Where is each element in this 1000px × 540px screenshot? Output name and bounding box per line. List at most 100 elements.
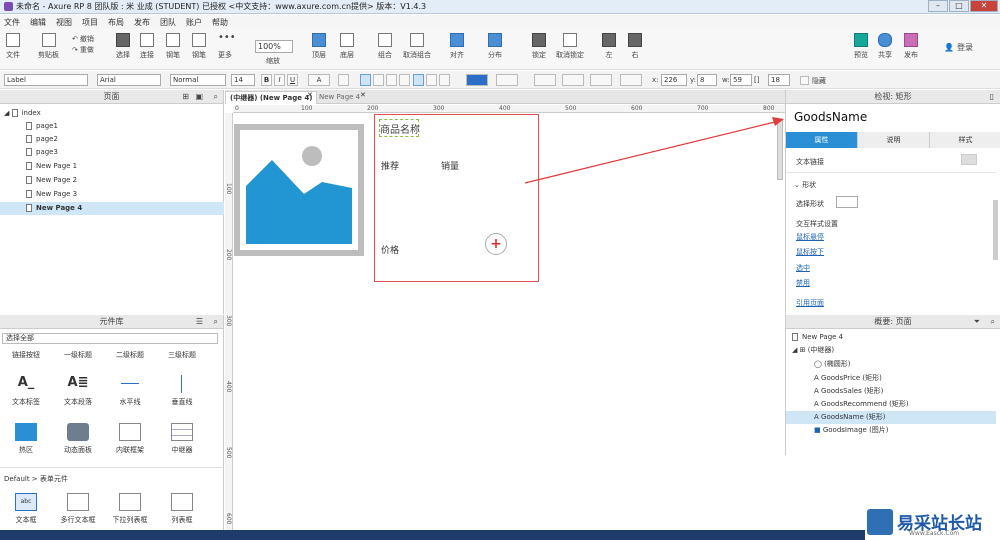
goods-recommend-label[interactable]: 推荐 — [381, 159, 399, 172]
share-button[interactable]: 共享 — [878, 33, 892, 60]
font-weight-select[interactable]: Normal — [170, 74, 226, 86]
redo-button[interactable]: ↷ 重做 — [72, 45, 94, 55]
maximize-button[interactable]: □ — [949, 0, 969, 12]
add-button[interactable]: + — [485, 233, 507, 255]
align-button[interactable]: 对齐 — [450, 33, 464, 60]
widget-textarea[interactable]: 多行文本框 — [52, 493, 104, 525]
close-icon[interactable]: ✕ — [360, 91, 366, 99]
tab-repeater[interactable]: (中继器) (New Page 4) — [225, 91, 318, 104]
align-center-button[interactable] — [373, 74, 384, 86]
widget-paragraph[interactable]: A≣ 文本段落 — [52, 375, 104, 407]
add-folder-icon[interactable]: ▣ — [195, 90, 203, 104]
tab-properties[interactable]: 属性 — [786, 132, 857, 148]
page-tree-item[interactable]: New Page 1 — [0, 160, 224, 173]
more-button[interactable]: ••• 更多 — [218, 33, 236, 60]
distribute-button[interactable]: 分布 — [488, 33, 502, 60]
search-icon[interactable]: ⌕ — [991, 315, 995, 329]
menu-publish[interactable]: 发布 — [134, 17, 150, 28]
widget-name-field[interactable]: GoodsName — [794, 110, 867, 124]
page-tree-item[interactable]: page2 — [0, 133, 224, 146]
tab-notes[interactable]: 说明 — [857, 132, 929, 148]
x-input[interactable]: 226 — [661, 74, 687, 86]
page-tree-item-selected[interactable]: New Page 4 — [0, 202, 224, 215]
widget-repeater[interactable]: 中继器 — [156, 423, 208, 455]
outline-item[interactable]: A GoodsRecommend (矩形) — [786, 398, 996, 411]
menu-project[interactable]: 项目 — [82, 17, 98, 28]
page-tree-item[interactable]: New Page 2 — [0, 174, 224, 187]
page-tree-item[interactable]: page1 — [0, 120, 224, 133]
menu-view[interactable]: 视图 — [56, 17, 72, 28]
outline-item[interactable]: ■ GoodsImage (图片) — [786, 424, 996, 437]
right-button[interactable]: 右 — [628, 33, 642, 60]
widget-textbox[interactable]: abc 文本框 — [0, 493, 52, 525]
menu-edit[interactable]: 编辑 — [30, 17, 46, 28]
hidden-checkbox[interactable] — [800, 76, 809, 85]
goods-name-label[interactable]: 商品名称 — [380, 121, 420, 136]
menu-account[interactable]: 账户 — [186, 17, 202, 28]
page-tree-item[interactable]: ◢ index — [0, 107, 224, 120]
italic-button[interactable]: I — [274, 74, 285, 86]
left-button[interactable]: 左 — [602, 33, 616, 60]
menu-help[interactable]: 帮助 — [212, 17, 228, 28]
link-disabled[interactable]: 禁用 — [796, 278, 810, 288]
lock-button[interactable]: 锁定 — [532, 33, 546, 60]
widget-hotspot[interactable]: 热区 — [0, 423, 52, 455]
bring-top-button[interactable]: 顶层 — [312, 33, 326, 60]
page-icon[interactable]: ▯ — [990, 90, 994, 104]
widget-listbox[interactable]: 列表框 — [156, 493, 208, 525]
widget-text-label[interactable]: A_ 文本标签 — [0, 375, 52, 407]
style-select[interactable]: Label — [4, 74, 88, 86]
align-right-button[interactable] — [386, 74, 397, 86]
page-tree-item[interactable]: page3 — [0, 146, 224, 159]
clipboard-button[interactable]: 剪贴板 — [38, 33, 59, 60]
tab-new-page-4[interactable]: New Page 4 — [315, 91, 364, 104]
send-bottom-button[interactable]: 底层 — [340, 33, 354, 60]
y-input[interactable]: 8 — [697, 74, 717, 86]
close-icon[interactable]: ✕ — [307, 91, 313, 99]
outline-item[interactable]: A GoodsPrice (矩形) — [786, 372, 996, 385]
line-style-button[interactable] — [590, 74, 612, 86]
w-input[interactable]: 59 — [730, 74, 752, 86]
tab-style[interactable]: 样式 — [929, 132, 1000, 148]
valign-bottom-button[interactable] — [439, 74, 450, 86]
menu-file[interactable]: 文件 — [4, 17, 20, 28]
library-section[interactable]: Default > 表单元件 — [4, 474, 68, 484]
unlock-button[interactable]: 取消锁定 — [556, 33, 584, 60]
widget-hline[interactable]: 水平线 — [104, 375, 156, 407]
outline-item[interactable]: ◢ ⊞ (中继器) — [786, 344, 996, 357]
h-input[interactable]: 18 — [768, 74, 790, 86]
menu-layout[interactable]: 布局 — [108, 17, 124, 28]
repeater-item[interactable]: 商品名称 推荐 销量 价格 + — [374, 114, 539, 282]
outline-item[interactable]: New Page 4 — [786, 331, 996, 344]
group-button[interactable]: 组合 — [378, 33, 392, 60]
library-select[interactable]: 选择全部 — [2, 333, 218, 344]
widget-dynamic-panel[interactable]: 动态面板 — [52, 423, 104, 455]
shape-section[interactable]: ⌄ 形状 — [794, 180, 816, 190]
outline-item-selected[interactable]: A GoodsName (矩形) — [786, 411, 996, 424]
widget-vline[interactable]: 垂直线 — [156, 375, 208, 407]
ref-page-link[interactable]: 引用页面 — [796, 298, 824, 308]
design-canvas[interactable]: 商品名称 推荐 销量 价格 + — [234, 114, 785, 540]
select-button[interactable]: 选择 — [116, 33, 130, 60]
widget-inline-frame[interactable]: 内联框架 — [104, 423, 156, 455]
page-tree-item[interactable]: New Page 3 — [0, 188, 224, 201]
shadow-button[interactable] — [496, 74, 518, 86]
widget-h3[interactable]: 三级标题 — [156, 350, 208, 360]
outline-item[interactable]: A GoodsSales (矩形) — [786, 385, 996, 398]
valign-middle-button[interactable] — [426, 74, 437, 86]
font-size-select[interactable]: 14 — [231, 74, 255, 86]
close-button[interactable]: ✕ — [970, 0, 998, 12]
minimize-button[interactable]: – — [928, 0, 948, 12]
link-mousedown[interactable]: 鼠标按下 — [796, 247, 824, 257]
bold-button[interactable]: B — [261, 74, 272, 86]
widget-dropdown[interactable]: 下拉列表框 — [104, 493, 156, 525]
zoom-select[interactable]: 100% — [255, 40, 293, 53]
font-color-button[interactable]: A — [308, 74, 330, 86]
file-button[interactable]: 文件 — [6, 33, 20, 60]
goods-image-placeholder[interactable] — [234, 124, 364, 256]
arrow-style-button[interactable] — [620, 74, 642, 86]
goods-price-label[interactable]: 价格 — [381, 243, 399, 256]
widget-h2[interactable]: 二级标题 — [104, 350, 156, 360]
menu-icon[interactable]: ☰ — [196, 315, 203, 329]
underline-button[interactable]: U — [287, 74, 298, 86]
